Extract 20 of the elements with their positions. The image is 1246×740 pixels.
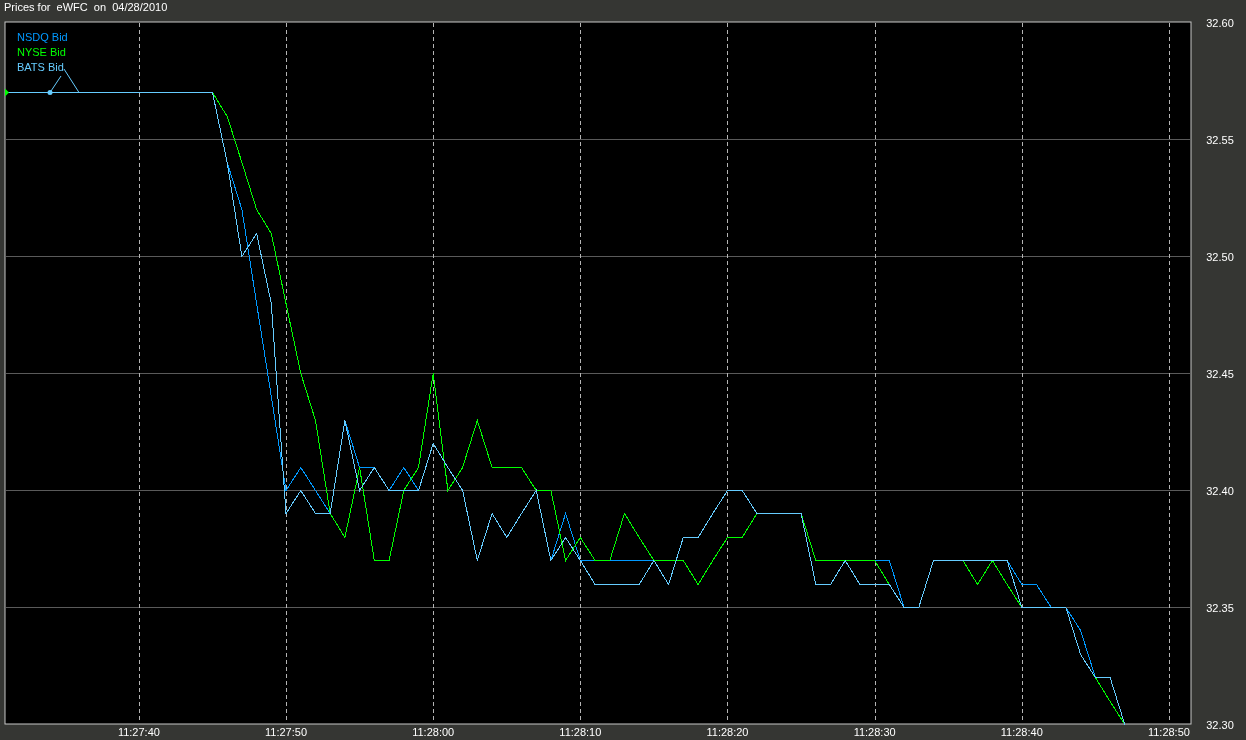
chart-title: Prices for eWFC on 04/28/2010 bbox=[4, 0, 168, 14]
x-axis-label: 11:27:50 bbox=[265, 726, 308, 738]
legend-label: NYSE Bid bbox=[17, 46, 66, 58]
y-axis-label: 32.60 bbox=[1206, 16, 1234, 29]
legend-label: BATS Bid bbox=[17, 61, 64, 73]
legend-label: NSDQ Bid bbox=[17, 31, 68, 43]
start-marker-icon bbox=[5, 88, 9, 97]
x-axis-label: 11:28:20 bbox=[706, 726, 749, 738]
x-axis-label: 11:28:00 bbox=[412, 726, 455, 738]
x-axis-label: 11:27:40 bbox=[117, 726, 160, 738]
y-axis-label: 32.30 bbox=[1206, 718, 1234, 731]
x-axis-label: 11:28:50 bbox=[1147, 726, 1190, 738]
x-axis-label: 11:28:40 bbox=[1000, 726, 1043, 738]
y-axis-label: 32.45 bbox=[1206, 367, 1234, 380]
y-axis-label: 32.55 bbox=[1206, 133, 1234, 146]
y-axis-label: 32.50 bbox=[1206, 250, 1234, 263]
x-axis-label: 11:28:10 bbox=[559, 726, 602, 738]
y-axis-label: 32.35 bbox=[1206, 601, 1234, 614]
x-axis-label: 11:28:30 bbox=[853, 726, 896, 738]
y-axis-label: 32.40 bbox=[1206, 484, 1234, 497]
